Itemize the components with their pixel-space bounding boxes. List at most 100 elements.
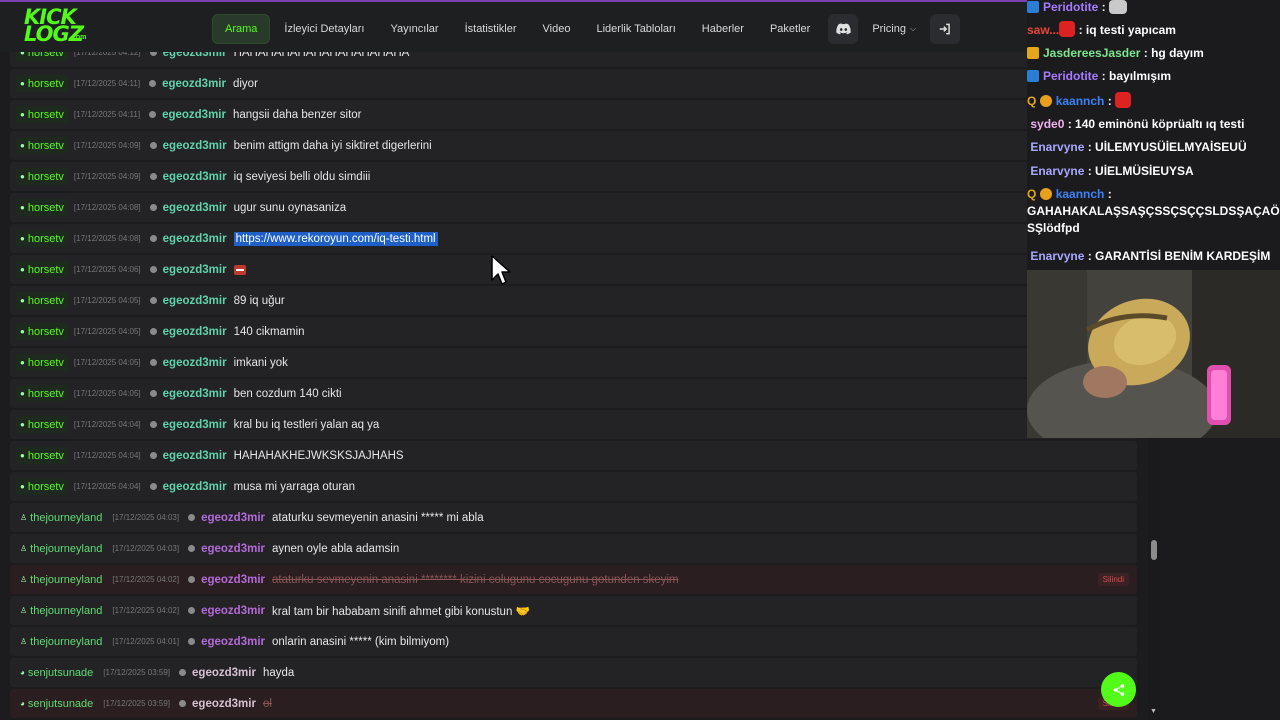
channel-link[interactable]: ● horsetv [16,354,68,371]
username-link[interactable]: egeozd3mir [163,295,227,307]
channel-link[interactable]: ♙ thejourneyland [16,633,106,650]
pricing-dropdown[interactable]: Pricing ⌵ [866,14,922,44]
username-link[interactable]: egeozd3mir [163,450,227,462]
channel-name: horsetv [27,77,64,90]
log-row: ♙ thejourneyland [17/12/2025 04:02] egeozd3… [10,565,1137,594]
username-link[interactable]: egeozd3mir [192,698,256,710]
webcam-feed [1027,270,1280,438]
channel-link[interactable]: ● horsetv [16,416,68,433]
channel-name: horsetv [27,139,64,152]
nav-links: Arama İzleyici Detayları Yayıncılar İsta… [212,14,968,44]
nav-video[interactable]: Video [531,14,583,44]
top-navigation: KICK LOGZ .com Arama İzleyici Detayları … [0,0,1160,52]
login-button[interactable] [930,14,961,44]
username-link[interactable]: egeozd3mir [201,574,265,586]
channel-avatar-icon: ◕ [20,699,25,708]
channel-link[interactable]: ◕ senjutsunade [16,664,97,681]
channel-link[interactable]: ● horsetv [16,447,68,464]
username-link[interactable]: egeozd3mir [163,481,227,493]
channel-link[interactable]: ● horsetv [16,168,68,185]
channel-link[interactable]: ♙ thejourneyland [16,571,106,588]
scroll-down-icon[interactable]: ▼ [1150,708,1157,715]
username-link[interactable]: egeozd3mir [162,78,226,90]
username-link[interactable]: egeozd3mir [163,171,227,183]
username-link[interactable]: egeozd3mir [192,667,256,679]
channel-avatar-icon: ♙ [20,575,28,584]
channel-link[interactable]: ◕ senjutsunade [16,695,97,712]
channel-link[interactable]: ♙ thejourneyland [16,509,106,526]
message-link[interactable]: https://www.rekoroyun.com/iq-testi.html [233,231,438,246]
channel-name: horsetv [27,356,64,369]
message-text: HAHAHAKHEJWKSKSJAJHAHS [233,449,404,462]
user-avatar [188,545,196,552]
timestamp: [17/12/2025 04:05] [73,327,141,336]
message-text: aynen oyle abla adamsin [272,542,400,555]
nav-yayincilar[interactable]: Yayıncılar [378,14,450,44]
overlay-line: Enarvyne : UİLEMYUSÜİELMYAİSEUÜ [1030,140,1247,154]
channel-name: horsetv [27,418,64,431]
channel-link[interactable]: ● horsetv [16,292,68,309]
overlay-line: Peridotite : [1027,0,1280,16]
timestamp: [17/12/2025 04:03] [112,544,180,553]
timestamp: [17/12/2025 04:04] [73,482,141,491]
username-link[interactable]: egeozd3mir [163,326,227,338]
log-row: ● horsetv [17/12/2025 04:08] egeozd3mir ugur… [10,193,1137,222]
nav-arama[interactable]: Arama [212,14,271,44]
username-link[interactable]: egeozd3mir [163,233,227,245]
user-avatar [149,483,157,490]
user-avatar [179,700,187,707]
timestamp: [17/12/2025 03:59] [103,699,171,708]
channel-name: horsetv [27,449,64,462]
channel-link[interactable]: ♙ thejourneyland [16,540,106,557]
sticker-icon [1115,92,1132,108]
nav-paketler[interactable]: Paketler [758,14,822,44]
discord-button[interactable] [828,14,859,44]
message-text: ataturku sevmeyenin anasini ***** mi abl… [272,511,484,524]
channel-link[interactable]: ● horsetv [16,75,68,92]
log-row: ● horsetv [17/12/2025 04:11] egeozd3mir diyo… [10,69,1137,98]
share-button[interactable] [1101,672,1136,707]
username-link[interactable]: egeozd3mir [201,543,265,555]
username-link[interactable]: egeozd3mir [162,109,226,121]
user-avatar [149,173,157,180]
channel-avatar-icon: ● [20,482,25,491]
nav-haberler[interactable]: Haberler [690,14,756,44]
nav-liderlik-tablolari[interactable]: Liderlik Tabloları [584,14,687,44]
channel-link[interactable]: ● horsetv [16,199,68,216]
scrollbar-thumb[interactable] [1151,540,1157,560]
sticker-icon [1059,21,1076,37]
username-link[interactable]: egeozd3mir [163,388,227,400]
username-link[interactable]: egeozd3mir [163,419,227,431]
username-link[interactable]: egeozd3mir [163,357,227,369]
channel-link[interactable]: ● horsetv [16,385,68,402]
message-text: ol [262,697,272,710]
channel-link[interactable]: ● horsetv [16,106,68,123]
log-row: ● horsetv [17/12/2025 04:05] egeozd3mir ben … [10,379,1137,408]
username-link[interactable]: egeozd3mir [163,140,227,152]
username-link[interactable]: egeozd3mir [201,636,265,648]
channel-link[interactable]: ● horsetv [16,323,68,340]
timestamp: [17/12/2025 04:11] [73,110,141,119]
channel-link[interactable]: ● horsetv [16,137,68,154]
username-link[interactable]: egeozd3mir [201,605,265,617]
username-link[interactable]: egeozd3mir [163,264,227,276]
channel-link[interactable]: ♙ thejourneyland [16,602,106,619]
log-row: ◕ senjutsunade [17/12/2025 03:59] egeozd3mi… [10,658,1137,687]
timestamp: [17/12/2025 04:08] [73,234,141,243]
log-row: ◕ senjutsunade [17/12/2025 03:59] egeozd3mi… [10,689,1137,718]
nav-istatistikler[interactable]: İstatistikler [453,14,529,44]
channel-link[interactable]: ● horsetv [16,478,68,495]
message-text: onlarin anasini ***** (kim bilmiyom) [272,635,450,648]
channel-link[interactable]: ● horsetv [16,261,68,278]
username-link[interactable]: egeozd3mir [201,512,265,524]
user-avatar [149,266,157,273]
log-row: ● horsetv [17/12/2025 04:05] egeozd3mir imka… [10,348,1137,377]
channel-avatar-icon: ◕ [20,668,25,677]
channel-link[interactable]: ● horsetv [16,230,68,247]
overlay-line: syde0 : 140 eminönü köprüaltı ıq testi [1030,117,1245,131]
channel-avatar-icon: ♙ [20,544,28,553]
username-link[interactable]: egeozd3mir [163,202,227,214]
kicklogz-logo[interactable]: KICK LOGZ .com [24,7,90,45]
nav-izleyici-detaylari[interactable]: İzleyici Detayları [272,14,376,44]
log-row: ● horsetv [17/12/2025 04:09] egeozd3mir beni… [10,131,1137,160]
